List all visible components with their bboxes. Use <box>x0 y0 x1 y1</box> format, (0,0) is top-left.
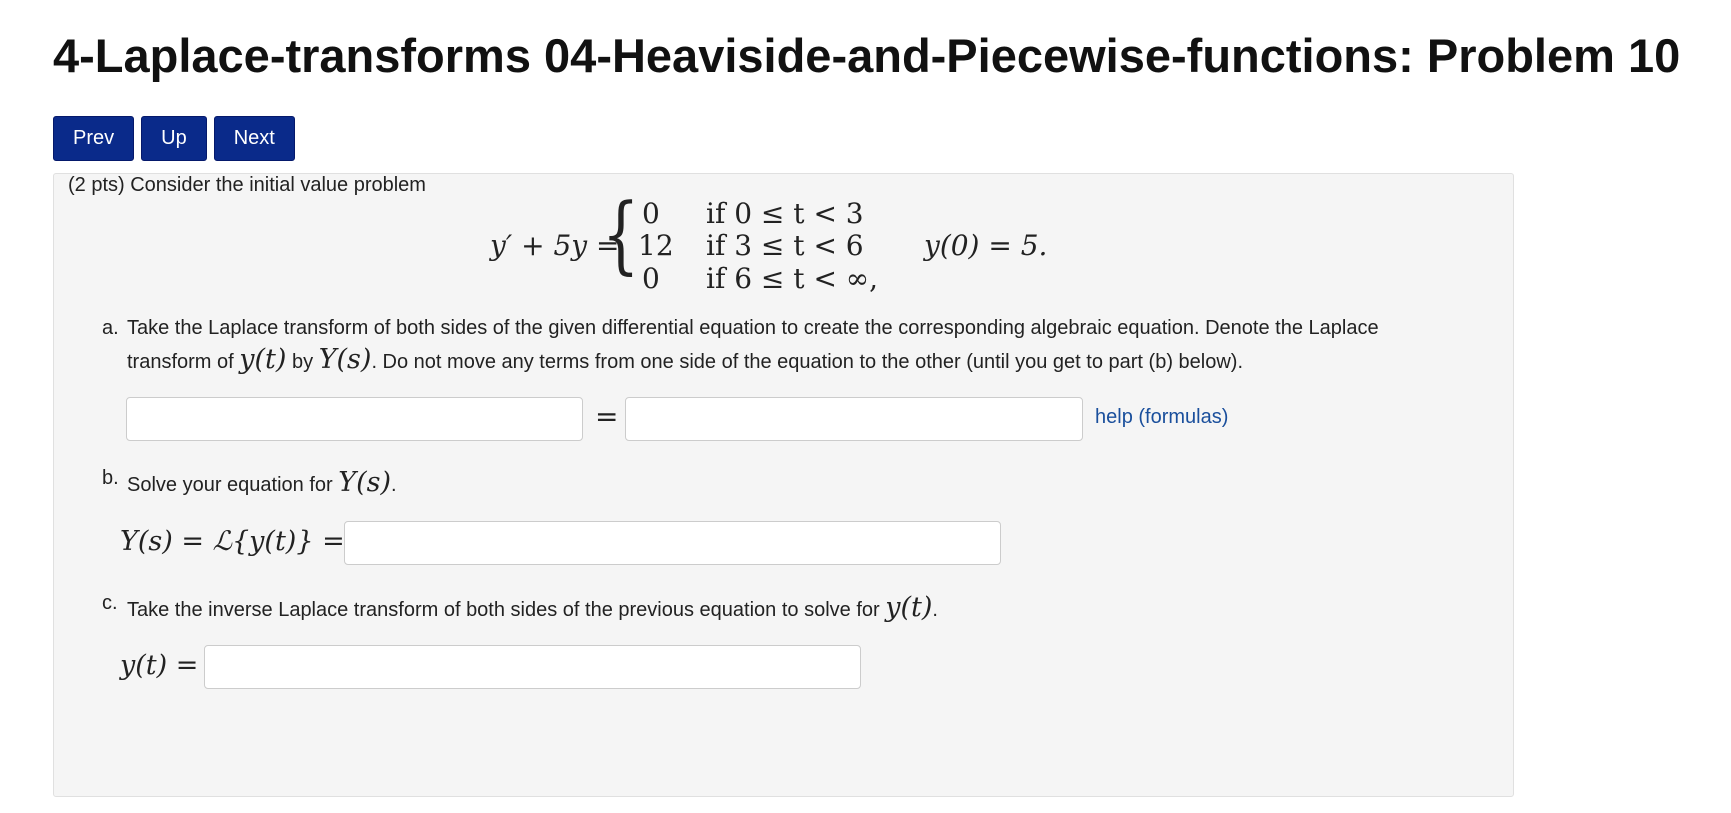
case-condition-1: if 0 ≤ t < 3 <box>706 197 864 230</box>
Ys-input[interactable] <box>344 521 1001 565</box>
case-row-1: 0 <box>642 197 660 230</box>
part-a-line2: transform of y(t) by Y(s). Do not move a… <box>127 344 1244 375</box>
Ys-symbol: Y(s) <box>318 344 372 375</box>
case-condition-3: if 6 ≤ t < ∞, <box>706 262 879 295</box>
equation-lhs: y′ + 5y = <box>490 229 620 262</box>
case-row-2: 12 <box>638 229 674 262</box>
problem-intro: (2 pts) Consider the initial value probl… <box>68 174 426 196</box>
part-c-text: Take the inverse Laplace transform of bo… <box>127 592 938 623</box>
part-b-marker: b. <box>102 467 119 489</box>
part-b-text: Solve your equation for Y(s). <box>127 467 397 498</box>
transform-lhs-input[interactable] <box>126 397 583 441</box>
transform-rhs-input[interactable] <box>625 397 1083 441</box>
initial-condition: y(0) = 5. <box>924 229 1048 262</box>
up-button[interactable]: Up <box>141 116 207 161</box>
yt-input[interactable] <box>204 645 861 689</box>
cases-brace: { <box>602 185 640 283</box>
case-row-3: 0 <box>642 262 660 295</box>
equals-sign: = <box>595 400 619 433</box>
part-a-line1: Take the Laplace transform of both sides… <box>127 317 1379 339</box>
help-formulas-link[interactable]: help (formulas) <box>1095 406 1228 429</box>
page: 4-Laplace-transforms 04-Heaviside-and-Pi… <box>0 0 1731 813</box>
problem-nav: Prev Up Next <box>53 116 295 161</box>
problem-body: (2 pts) Consider the initial value probl… <box>53 173 1514 797</box>
case-condition-2: if 3 ≤ t < 6 <box>706 229 864 262</box>
part-b-label: Y(s) = ℒ{y(t)} = <box>120 526 345 557</box>
Ys-symbol: Y(s) <box>338 467 391 498</box>
part-c-label: y(t) = <box>120 650 199 681</box>
yt-symbol: y(t) <box>239 344 287 375</box>
prev-button[interactable]: Prev <box>53 116 135 161</box>
part-a-marker: a. <box>102 317 119 339</box>
part-c-marker: c. <box>102 592 118 614</box>
next-button[interactable]: Next <box>213 116 295 161</box>
page-title: 4-Laplace-transforms 04-Heaviside-and-Pi… <box>53 29 1681 82</box>
yt-symbol: y(t) <box>885 592 933 623</box>
